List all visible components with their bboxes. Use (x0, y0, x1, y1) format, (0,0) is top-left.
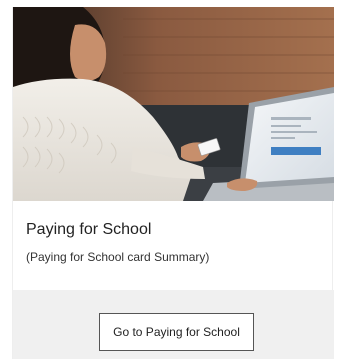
go-to-paying-for-school-button[interactable]: Go to Paying for School (99, 313, 254, 351)
paying-for-school-card: Paying for School (Paying for School car… (12, 7, 334, 359)
card-title: Paying for School (26, 221, 152, 238)
card-summary: (Paying for School card Summary) (26, 250, 210, 264)
card-footer: Go to Paying for School (13, 290, 334, 359)
card-hero-image (13, 7, 334, 201)
